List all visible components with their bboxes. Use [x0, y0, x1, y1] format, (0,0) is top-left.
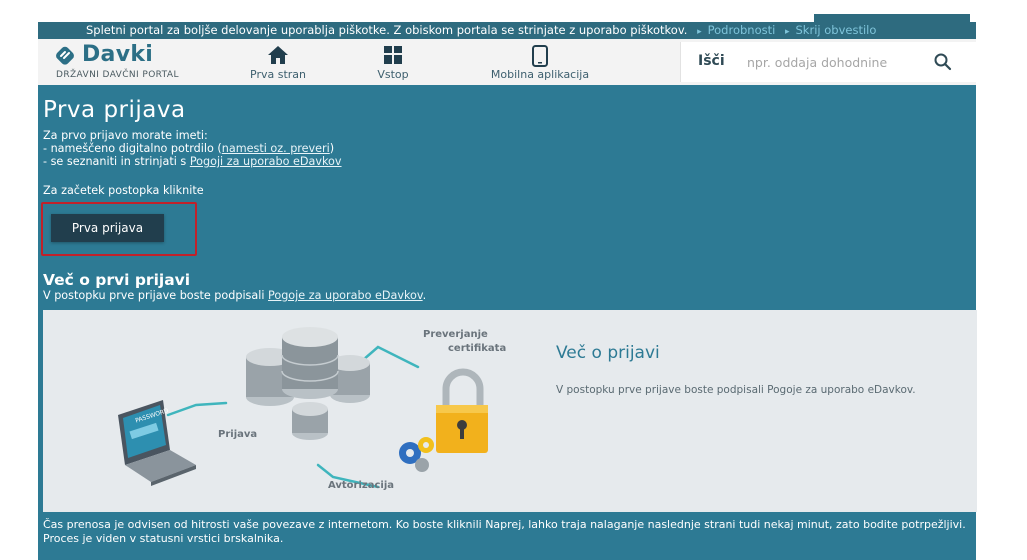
header: Davki DRŽAVNI DAVČNI PORTAL Prva stran V… — [38, 39, 978, 85]
page: Spletni portal za boljše delovanje upora… — [0, 0, 1027, 560]
grid-icon — [384, 46, 402, 64]
gears-icon — [399, 437, 434, 472]
search-box: Išči — [680, 42, 978, 82]
nav-login-label: Vstop — [377, 68, 409, 81]
start-instruction: Za začetek postopka kliknite — [43, 184, 204, 197]
cookie-details-link[interactable]: Podrobnosti — [708, 23, 776, 37]
nav-home-label: Prva stran — [250, 68, 306, 81]
search-icon[interactable] — [933, 52, 953, 72]
database-cluster-icon — [246, 327, 370, 440]
requirement-terms: - se seznaniti in strinjati s Pogoji za … — [43, 155, 342, 169]
logo-name: Davki — [82, 42, 154, 67]
section-title: Več o prvi prijavi — [43, 271, 191, 289]
nav-mobile-app-label: Mobilna aplikacija — [490, 68, 590, 81]
info-panel: PASSWORD Prijava Avtorizacija Preverjanj… — [43, 310, 977, 512]
verify-label-2: certifikata — [448, 343, 506, 354]
logo[interactable]: Davki DRŽAVNI DAVČNI PORTAL — [56, 42, 236, 83]
more-info-text: V postopku prve prijave boste podpisali … — [43, 289, 426, 303]
logo-subtitle: DRŽAVNI DAVČNI PORTAL — [56, 70, 179, 80]
login-label: Prijava — [218, 429, 257, 440]
more-info-prefix: V postopku prve prijave boste podpisali — [43, 289, 269, 302]
terms-link-2[interactable]: Pogoje za uporabo eDavkov — [268, 289, 423, 302]
chevron-right-icon: ▸ — [697, 27, 702, 37]
transfer-footnote: Čas prenosa je odvisen od hitrosti vaše … — [43, 518, 966, 545]
nav-home[interactable]: Prva stran — [228, 39, 328, 85]
nav-login[interactable]: Vstop — [358, 39, 428, 85]
cookie-tab — [814, 14, 970, 22]
highlight-box: Prva prijava — [41, 202, 197, 256]
panel-text: V postopku prve prijave boste podpisali … — [556, 384, 916, 396]
requirement-terms-text: - se seznaniti in strinjati s — [43, 155, 190, 168]
more-info-suffix: . — [422, 289, 427, 302]
authorization-label: Avtorizacija — [328, 480, 394, 491]
search-input[interactable] — [745, 50, 919, 74]
first-login-button[interactable]: Prva prijava — [51, 214, 164, 242]
padlock-icon — [436, 368, 488, 453]
requirement-certificate-text: - nameščeno digitalno potrdilo ( — [43, 142, 222, 155]
requirement-certificate: - nameščeno digitalno potrdilo (namesti … — [43, 142, 334, 156]
terms-link[interactable]: Pogoji za uporabo eDavkov — [190, 155, 342, 168]
search-label: Išči — [698, 53, 725, 69]
cookie-message: Spletni portal za boljše delovanje upora… — [86, 23, 688, 37]
chevron-right-icon: ▸ — [784, 27, 790, 37]
cookie-bar: Spletni portal za boljše delovanje upora… — [38, 22, 976, 39]
page-title: Prva prijava — [43, 97, 186, 123]
cookie-hide-link[interactable]: Skrij obvestilo — [796, 23, 877, 37]
verify-label: Preverjanje — [423, 329, 488, 340]
home-icon — [268, 46, 288, 64]
mobile-icon — [532, 45, 548, 67]
panel-title: Več o prijavi — [556, 343, 660, 363]
login-process-illustration: PASSWORD Prijava Avtorizacija Preverjanj… — [118, 327, 506, 491]
main-content: Prva prijava Za prvo prijavo morate imet… — [38, 85, 977, 560]
requirement-certificate-suffix: ) — [329, 142, 335, 155]
davki-logo-icon — [56, 46, 74, 65]
install-certificate-link[interactable]: namesti oz. preveri — [222, 142, 330, 155]
nav-mobile-app[interactable]: Mobilna aplikacija — [476, 39, 604, 85]
requirements-intro: Za prvo prijavo morate imeti: — [43, 129, 208, 142]
